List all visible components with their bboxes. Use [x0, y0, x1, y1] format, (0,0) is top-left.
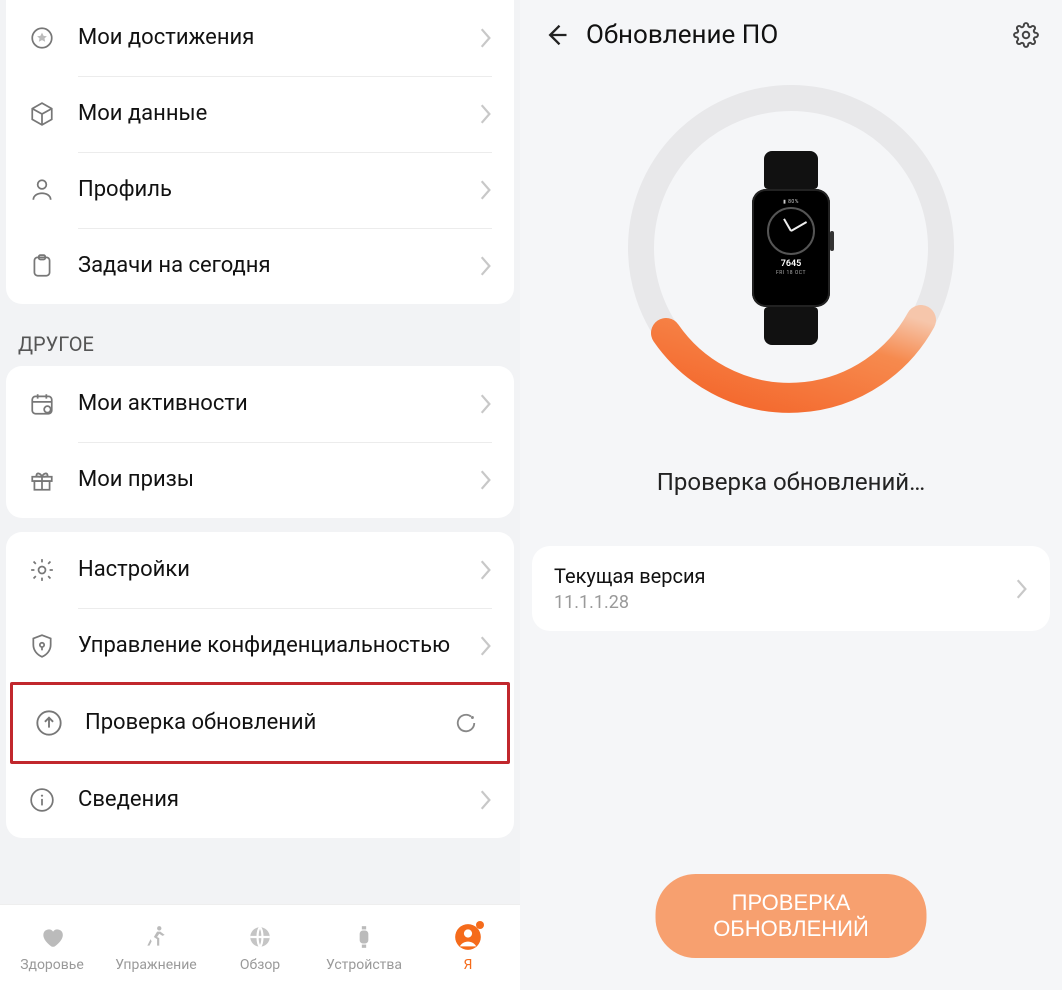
gear-icon — [24, 552, 60, 588]
bottom-nav: Здоровье Упражнение Обзор Устройства Я — [0, 904, 520, 990]
gift-icon — [24, 462, 60, 498]
highlight-check-updates: Проверка обновлений — [10, 682, 510, 764]
avatar-icon — [454, 923, 482, 951]
row-label: Мои призы — [78, 466, 478, 494]
watch-icon — [350, 923, 378, 951]
status-text: Проверка обновлений… — [520, 468, 1062, 496]
row-profile[interactable]: Профиль — [6, 152, 514, 228]
nav-label: Я — [464, 957, 473, 973]
back-button[interactable] — [540, 19, 572, 51]
progress-ring: ▮ 80% 7645 FRI 18 OCT — [621, 78, 961, 418]
chevron-right-icon — [478, 255, 492, 277]
calendar-icon — [24, 386, 60, 422]
row-label: Мои достижения — [78, 24, 478, 52]
nav-label: Обзор — [240, 957, 280, 973]
nav-me[interactable]: Я — [416, 905, 520, 990]
row-label: Настройки — [78, 556, 478, 584]
nav-browse[interactable]: Обзор — [208, 905, 312, 990]
chevron-right-icon — [478, 635, 492, 657]
info-icon — [24, 782, 60, 818]
heart-icon — [38, 923, 66, 951]
nav-health[interactable]: Здоровье — [0, 905, 104, 990]
chevron-right-icon — [478, 789, 492, 811]
settings-button[interactable] — [1010, 19, 1042, 51]
medal-icon — [24, 20, 60, 56]
row-my-data[interactable]: Мои данные — [6, 76, 514, 152]
nav-label: Упражнение — [115, 957, 196, 973]
person-icon — [24, 172, 60, 208]
version-label: Текущая версия — [554, 564, 1014, 588]
chevron-right-icon — [478, 103, 492, 125]
current-version-row[interactable]: Текущая версия 11.1.1.28 — [532, 546, 1050, 631]
row-prizes[interactable]: Мои призы — [6, 442, 514, 518]
globe-icon — [246, 923, 274, 951]
row-label: Управление конфиденциальностью — [78, 632, 478, 660]
row-privacy[interactable]: Управление конфиденциальностью — [6, 608, 514, 684]
section-other-title: ДРУГОЕ — [0, 318, 520, 366]
row-label: Проверка обновлений — [85, 709, 455, 737]
row-achievements[interactable]: Мои достижения — [6, 0, 514, 76]
chevron-right-icon — [478, 559, 492, 581]
nav-exercise[interactable]: Упражнение — [104, 905, 208, 990]
nav-devices[interactable]: Устройства — [312, 905, 416, 990]
run-icon — [142, 923, 170, 951]
row-settings[interactable]: Настройки — [6, 532, 514, 608]
loading-icon — [455, 712, 477, 734]
nav-label: Устройства — [326, 957, 402, 973]
clipboard-icon — [24, 248, 60, 284]
check-updates-button[interactable]: ПРОВЕРКА ОБНОВЛЕНИЙ — [656, 874, 927, 958]
cube-icon — [24, 96, 60, 132]
shield-icon — [24, 628, 60, 664]
row-label: Мои активности — [78, 390, 478, 418]
row-check-updates[interactable]: Проверка обновлений — [13, 685, 507, 761]
chevron-right-icon — [478, 27, 492, 49]
row-about[interactable]: Сведения — [6, 762, 514, 838]
chevron-right-icon — [478, 179, 492, 201]
row-today-tasks[interactable]: Задачи на сегодня — [6, 228, 514, 304]
page-title: Обновление ПО — [586, 20, 1010, 50]
upload-icon — [31, 705, 67, 741]
row-label: Профиль — [78, 176, 478, 204]
update-header: Обновление ПО — [520, 0, 1062, 70]
chevron-right-icon — [1014, 578, 1028, 600]
notification-dot-icon — [476, 921, 484, 929]
chevron-right-icon — [478, 469, 492, 491]
row-label: Задачи на сегодня — [78, 252, 478, 280]
row-label: Сведения — [78, 786, 478, 814]
nav-label: Здоровье — [20, 957, 84, 973]
chevron-right-icon — [478, 393, 492, 415]
version-value: 11.1.1.28 — [554, 592, 1014, 613]
row-activities[interactable]: Мои активности — [6, 366, 514, 442]
row-label: Мои данные — [78, 100, 478, 128]
